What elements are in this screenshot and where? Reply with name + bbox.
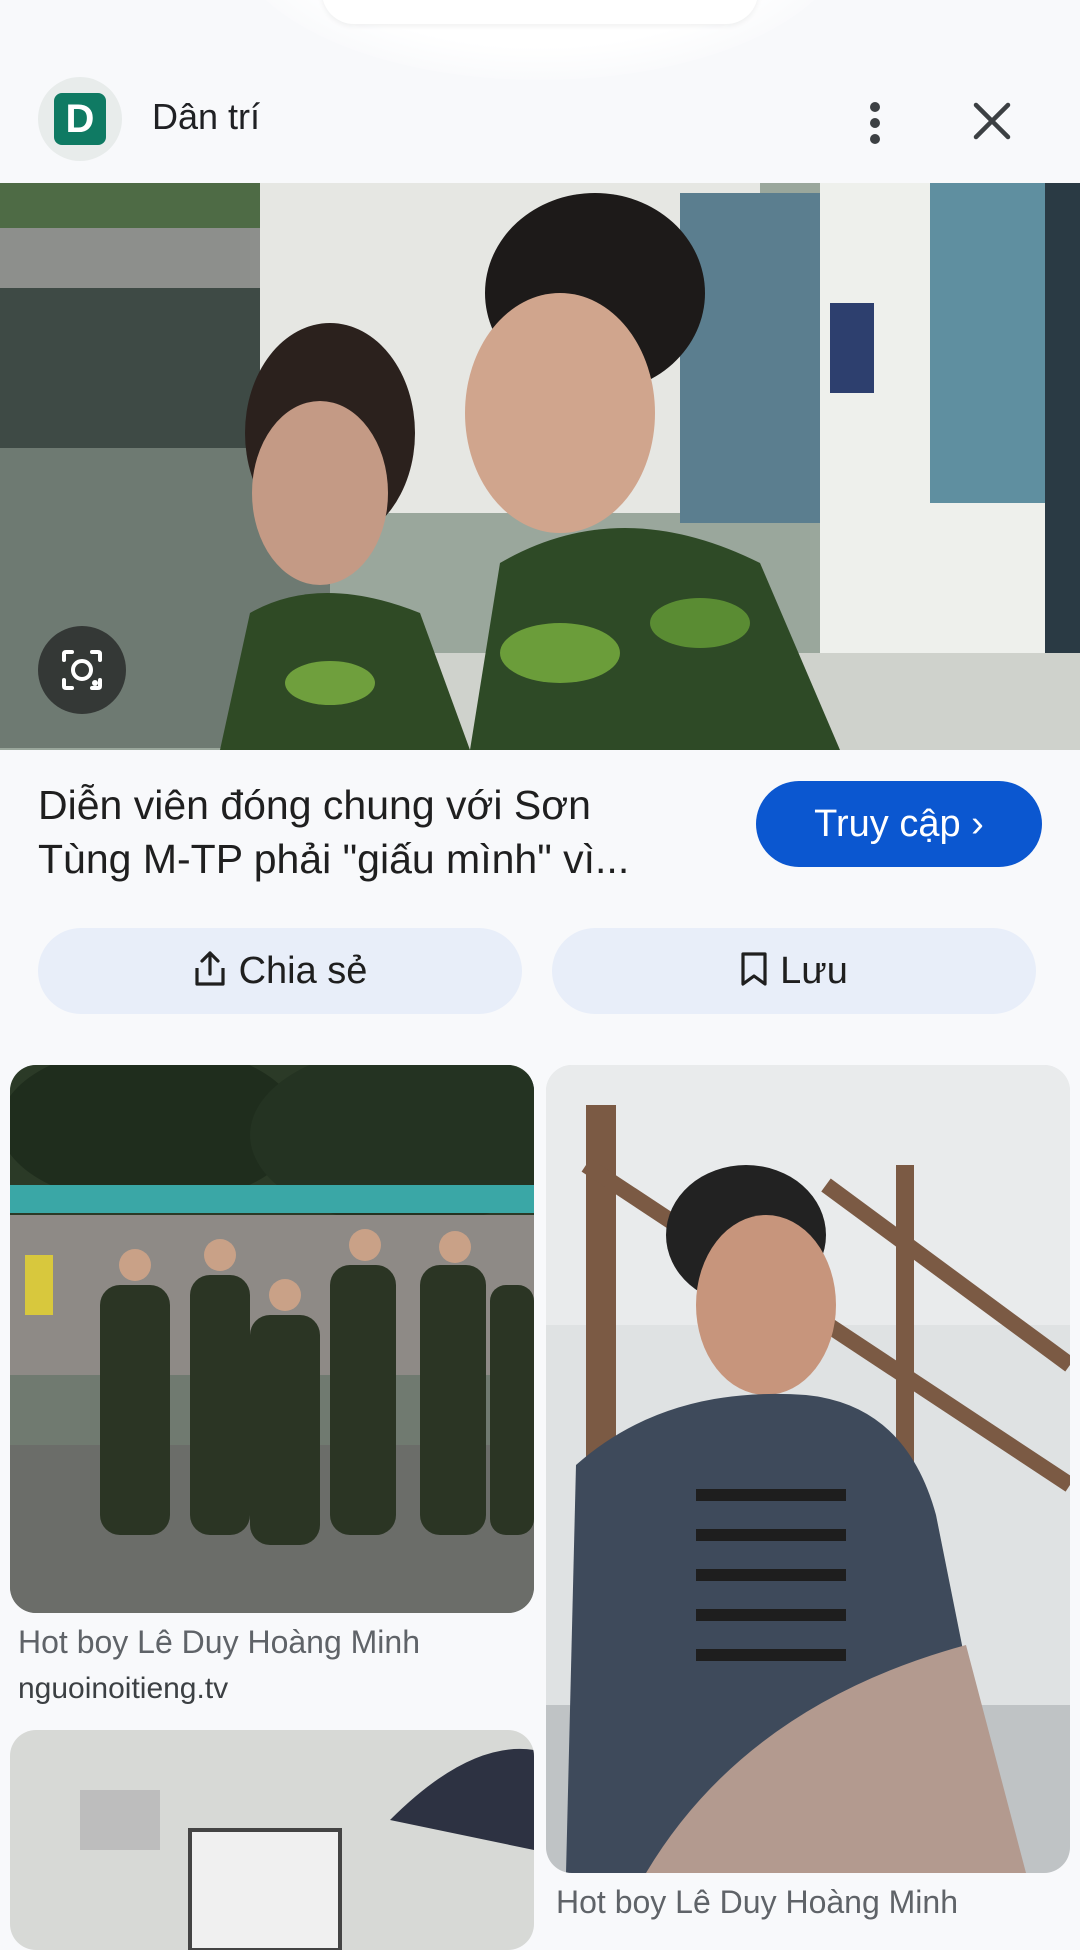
share-button[interactable]: Chia sẻ xyxy=(38,928,522,1014)
lens-search-button[interactable] xyxy=(38,626,126,714)
preview-photo xyxy=(0,183,1080,750)
result-image[interactable] xyxy=(10,1065,534,1613)
result-image[interactable] xyxy=(10,1730,534,1950)
close-button[interactable] xyxy=(962,86,1022,156)
result-caption[interactable]: Hot boy Lê Duy Hoàng Minh xyxy=(556,1884,958,1921)
save-label: Lưu xyxy=(780,950,848,992)
bookmark-icon xyxy=(741,952,767,986)
close-icon xyxy=(973,102,1011,140)
site-logo-icon: D xyxy=(54,93,106,145)
article-title[interactable]: Diễn viên đóng chung với Sơn Tùng M-TP p… xyxy=(38,778,718,886)
share-label: Chia sẻ xyxy=(238,950,368,992)
site-name[interactable]: Dân trí xyxy=(152,96,260,138)
lens-icon xyxy=(62,650,102,690)
result-photo xyxy=(546,1065,1070,1873)
more-options-button[interactable] xyxy=(846,86,902,156)
source-header: D Dân trí xyxy=(0,60,1080,180)
share-icon xyxy=(194,951,225,986)
visit-button[interactable]: Truy cập › xyxy=(756,781,1042,867)
result-source[interactable]: nguoinoitieng.tv xyxy=(18,1672,228,1706)
top-search-pill[interactable] xyxy=(322,0,758,24)
result-image[interactable] xyxy=(546,1065,1070,1873)
main-preview-image[interactable] xyxy=(0,183,1080,750)
site-logo-button[interactable]: D xyxy=(38,77,122,161)
result-caption[interactable]: Hot boy Lê Duy Hoàng Minh xyxy=(18,1624,420,1661)
save-button[interactable]: Lưu xyxy=(552,928,1036,1014)
result-photo xyxy=(10,1730,534,1950)
result-photo xyxy=(10,1065,534,1613)
